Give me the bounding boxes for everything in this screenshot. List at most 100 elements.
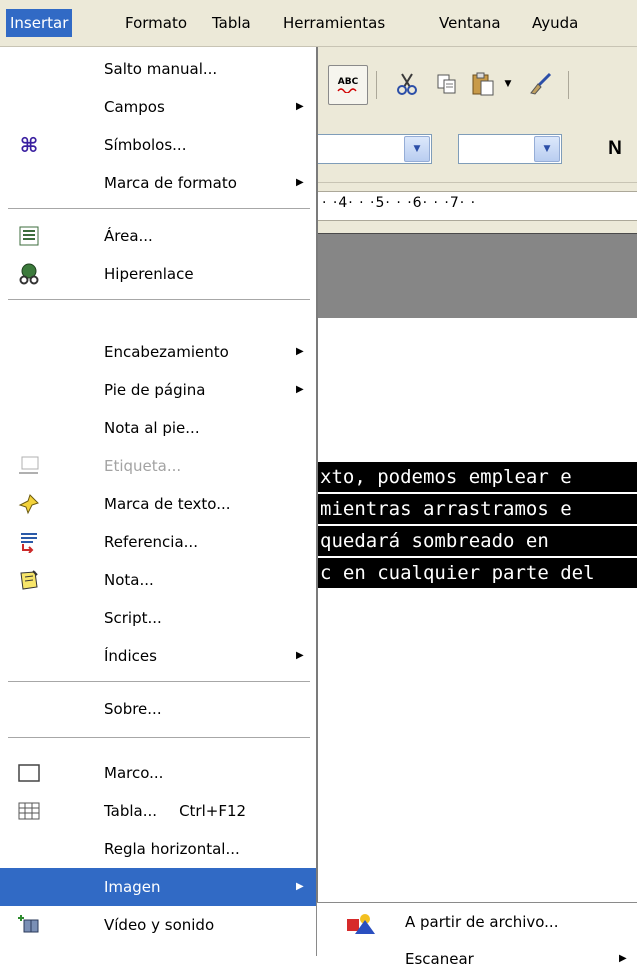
menu-item-label: Nota al pie... xyxy=(104,419,200,437)
menu-separator xyxy=(8,737,310,738)
horizontal-ruler: · ·4· · ·5· · ·6· · ·7· · xyxy=(318,183,637,233)
menu-item-label: Vídeo y sonido xyxy=(104,916,215,934)
table-icon xyxy=(18,800,40,822)
menu-item-tabla[interactable]: Tabla... Ctrl+F12 xyxy=(0,792,316,830)
menu-item-label: Índices xyxy=(104,647,157,665)
menu-item-campos[interactable]: Campos ▶ xyxy=(0,88,316,126)
menu-item-sobre[interactable]: Sobre... xyxy=(0,690,316,728)
submenu-arrow-icon: ▶ xyxy=(296,346,304,357)
bookmark-pin-icon xyxy=(18,493,40,515)
menu-item-label: Referencia... xyxy=(104,533,198,551)
menu-separator xyxy=(8,681,310,682)
menu-item-label: Nota... xyxy=(104,571,154,589)
menu-formato[interactable]: Formato xyxy=(121,9,191,37)
menu-item-label: Hiperenlace xyxy=(104,265,194,283)
spellcheck-button[interactable]: ABC xyxy=(328,65,368,105)
ruler-track: · ·4· · ·5· · ·6· · ·7· · xyxy=(318,191,637,221)
font-size-dropdown-button[interactable]: ▼ xyxy=(534,136,560,162)
menubar: Insertar Formato Tabla Herramientas Vent… xyxy=(0,0,637,47)
document-page[interactable] xyxy=(318,318,637,955)
menu-item-marca-texto[interactable]: Marca de texto... xyxy=(0,485,316,523)
font-name-combo[interactable]: ▼ xyxy=(316,134,432,164)
menu-item-simbolos[interactable]: ⌘ Símbolos... xyxy=(0,126,316,164)
note-icon xyxy=(18,569,40,591)
shortcut-text: Ctrl+F12 xyxy=(179,802,247,820)
menu-item-label: Pie de página xyxy=(104,381,206,399)
submenu-item-label: Escanear xyxy=(405,950,474,968)
font-size-combo[interactable]: ▼ xyxy=(458,134,562,164)
menu-item-video-sonido[interactable]: Vídeo y sonido xyxy=(0,906,316,944)
selected-line: mientras arrastramos e xyxy=(318,494,637,524)
selected-line: xto, podemos emplear e xyxy=(318,462,637,492)
scissors-icon xyxy=(397,73,417,95)
menu-item-script[interactable]: Script... xyxy=(0,599,316,637)
menu-item-referencia[interactable]: Referencia... xyxy=(0,523,316,561)
menu-item-label: Área... xyxy=(104,227,153,245)
menu-herramientas[interactable]: Herramientas xyxy=(279,9,389,37)
paste-button[interactable] xyxy=(464,65,502,103)
bold-label: N xyxy=(608,138,622,159)
menu-separator xyxy=(8,208,310,209)
menu-item-encabezamiento[interactable]: Encabezamiento ▶ xyxy=(0,333,316,371)
menu-item-nota-pie[interactable]: Nota al pie... xyxy=(0,409,316,447)
paste-icon xyxy=(472,72,494,96)
menu-ventana[interactable]: Ventana xyxy=(435,9,505,37)
chevron-down-icon: ▼ xyxy=(543,144,551,154)
submenu-arrow-icon: ▶ xyxy=(296,177,304,188)
formatting-toolbar: ▼ ▼ N xyxy=(316,122,637,183)
selected-text-block[interactable]: xto, podemos emplear e mientras arrastra… xyxy=(318,462,637,590)
menu-item-hiperenlace[interactable]: Hiperenlace xyxy=(0,255,316,293)
menu-item-nota[interactable]: Nota... xyxy=(0,561,316,599)
frame-icon xyxy=(18,762,40,784)
menu-item-label: Etiqueta... xyxy=(104,457,182,475)
clone-formatting-button[interactable] xyxy=(522,65,560,103)
submenu-arrow-icon: ▶ xyxy=(296,101,304,112)
toolbar-separator xyxy=(568,71,569,99)
menu-tabla[interactable]: Tabla xyxy=(208,9,255,37)
menu-item-label: Marco... xyxy=(104,764,164,782)
menu-item-label: Campos xyxy=(104,98,165,116)
menu-item-label: Script... xyxy=(104,609,162,627)
menu-item-label: Encabezamiento xyxy=(104,343,229,361)
submenu-arrow-icon: ▶ xyxy=(296,384,304,395)
caption-icon xyxy=(18,455,40,477)
menu-item-label: Tabla... Ctrl+F12 xyxy=(104,802,247,820)
menu-item-marca-formato[interactable]: Marca de formato ▶ xyxy=(0,164,316,202)
menu-item-area[interactable]: Área... xyxy=(0,217,316,255)
menu-item-regla-horizontal[interactable]: Regla horizontal... xyxy=(0,830,316,868)
menu-insertar[interactable]: Insertar xyxy=(6,9,73,37)
submenu-arrow-icon: ▶ xyxy=(296,650,304,661)
menu-item-label: Regla horizontal... xyxy=(104,840,240,858)
menu-item-indices[interactable]: Índices ▶ xyxy=(0,637,316,675)
menu-item-pie-pagina[interactable]: Pie de página ▶ xyxy=(0,371,316,409)
selected-line: c en cualquier parte del xyxy=(318,558,637,588)
menu-item-marco[interactable]: Marco... xyxy=(0,754,316,792)
paintbrush-icon xyxy=(530,72,552,95)
submenu-item-a-partir-archivo[interactable]: A partir de archivo... xyxy=(317,903,637,941)
ruler-markings: · ·4· · ·5· · ·6· · ·7· · xyxy=(322,195,477,211)
submenu-item-escanear[interactable]: Escanear ▶ xyxy=(317,940,637,978)
chevron-down-icon: ▼ xyxy=(413,144,421,154)
menu-item-etiqueta[interactable]: Etiqueta... xyxy=(0,447,316,485)
film-icon xyxy=(18,914,40,936)
menu-separator xyxy=(8,299,310,300)
paste-dropdown-button[interactable]: ▼ xyxy=(500,65,516,103)
copy-button[interactable] xyxy=(428,65,466,103)
page-margin-area xyxy=(318,233,637,319)
section-icon xyxy=(18,225,40,247)
toolbar-separator xyxy=(376,71,377,99)
special-character-icon: ⌘ xyxy=(19,133,39,157)
chevron-down-icon: ▼ xyxy=(504,79,512,89)
menu-item-label: Sobre... xyxy=(104,700,162,718)
menu-item-label: Marca de formato xyxy=(104,174,237,192)
standard-toolbar: ABC ▼ xyxy=(318,47,637,122)
hyperlink-globe-icon xyxy=(18,263,40,285)
menu-item-imagen[interactable]: Imagen ▶ xyxy=(0,868,316,906)
font-name-dropdown-button[interactable]: ▼ xyxy=(404,136,430,162)
menu-item-label: Marca de texto... xyxy=(104,495,231,513)
bold-button[interactable]: N xyxy=(596,130,634,168)
cut-button[interactable] xyxy=(388,65,426,103)
menu-ayuda[interactable]: Ayuda xyxy=(528,9,582,37)
menu-item-label: Símbolos... xyxy=(104,136,187,154)
menu-item-salto-manual[interactable]: Salto manual... xyxy=(0,50,316,88)
